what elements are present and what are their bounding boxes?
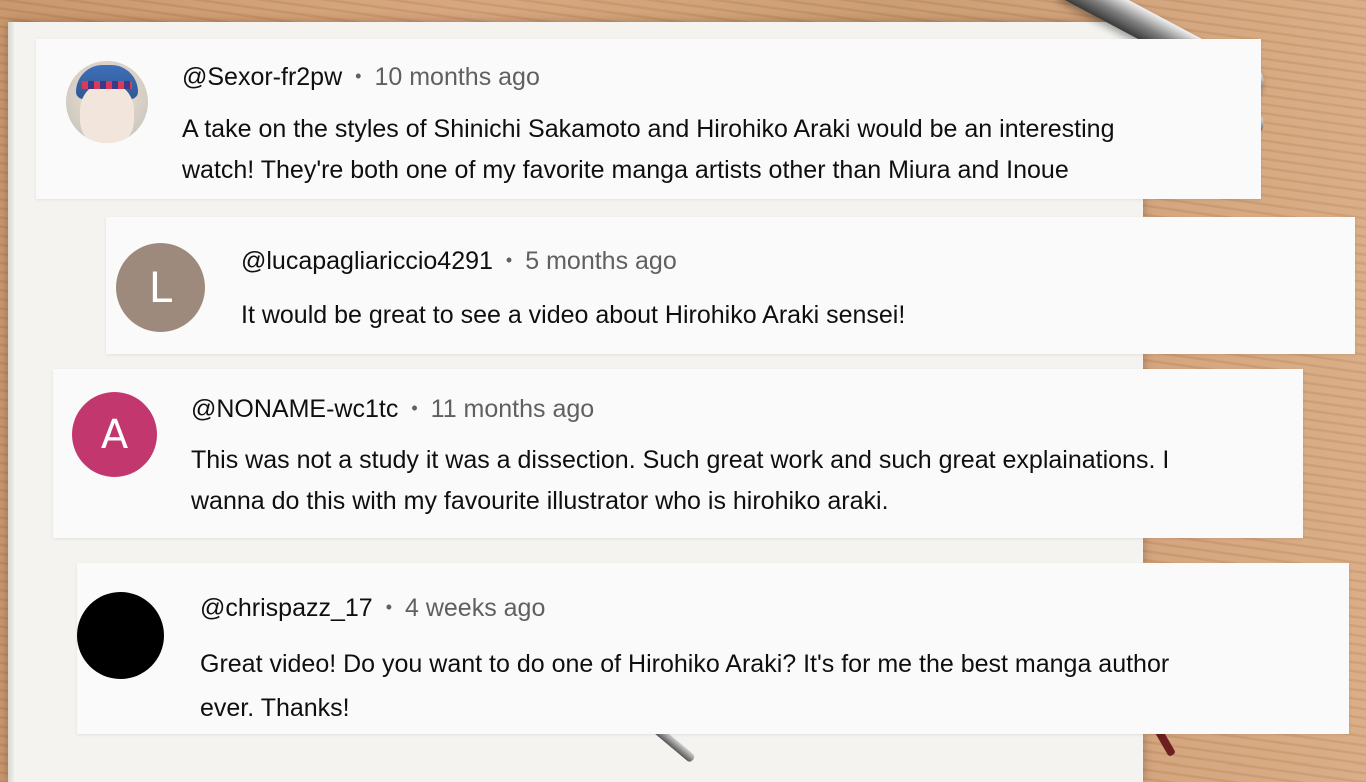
comment-meta: @chrispazz_17 • 4 weeks ago bbox=[200, 596, 545, 621]
separator-dot: • bbox=[411, 398, 418, 418]
separator-dot: • bbox=[385, 597, 392, 617]
avatar[interactable]: A bbox=[72, 392, 157, 477]
comment-card: @Sexor-fr2pw • 10 months ago A take on the… bbox=[36, 39, 1261, 199]
comment-author[interactable]: @NONAME-wc1tc bbox=[191, 395, 398, 423]
comment-timestamp[interactable]: 5 months ago bbox=[525, 247, 677, 275]
comment-line: This was not a study it was a dissection… bbox=[191, 446, 1170, 474]
comment-card: L @lucapagliariccio4291 • 5 months ago It … bbox=[106, 217, 1355, 354]
comment-text: It would be great to see a video about H… bbox=[241, 295, 1341, 336]
comment-timestamp[interactable]: 11 months ago bbox=[431, 395, 595, 423]
comment-timestamp[interactable]: 4 weeks ago bbox=[405, 594, 545, 622]
comment-meta: @NONAME-wc1tc • 11 months ago bbox=[191, 397, 594, 422]
comment-meta: @lucapagliariccio4291 • 5 months ago bbox=[241, 249, 677, 274]
avatar[interactable] bbox=[66, 61, 148, 143]
comment-author[interactable]: @lucapagliariccio4291 bbox=[241, 247, 493, 275]
comment-line: watch! They're both one of my favorite m… bbox=[182, 156, 1069, 184]
avatar[interactable]: L bbox=[116, 243, 205, 332]
comment-text: A take on the styles of Shinichi Sakamot… bbox=[182, 109, 1242, 191]
avatar[interactable] bbox=[77, 592, 164, 679]
comment-text: This was not a study it was a dissection… bbox=[191, 440, 1291, 522]
comment-line: Great video! Do you want to do one of Hi… bbox=[200, 650, 1170, 678]
comment-meta: @Sexor-fr2pw • 10 months ago bbox=[182, 65, 540, 90]
comment-card: @chrispazz_17 • 4 weeks ago Great video! D… bbox=[77, 563, 1349, 734]
comment-line: It would be great to see a video about H… bbox=[241, 301, 906, 329]
separator-dot: • bbox=[505, 250, 513, 270]
comment-author[interactable]: @Sexor-fr2pw bbox=[182, 63, 342, 91]
comment-line: wanna do this with my favourite illustra… bbox=[191, 487, 889, 515]
comment-text: Great video! Do you want to do one of Hi… bbox=[200, 642, 1330, 730]
separator-dot: • bbox=[355, 66, 362, 86]
comment-card: A @NONAME-wc1tc • 11 months ago This was n… bbox=[53, 369, 1303, 538]
comment-timestamp[interactable]: 10 months ago bbox=[374, 63, 539, 91]
avatar-image bbox=[82, 81, 132, 89]
comment-line: A take on the styles of Shinichi Sakamot… bbox=[182, 115, 1115, 143]
comment-line: ever. Thanks! bbox=[200, 694, 350, 722]
avatar-image bbox=[80, 83, 134, 143]
comment-author[interactable]: @chrispazz_17 bbox=[200, 594, 373, 622]
